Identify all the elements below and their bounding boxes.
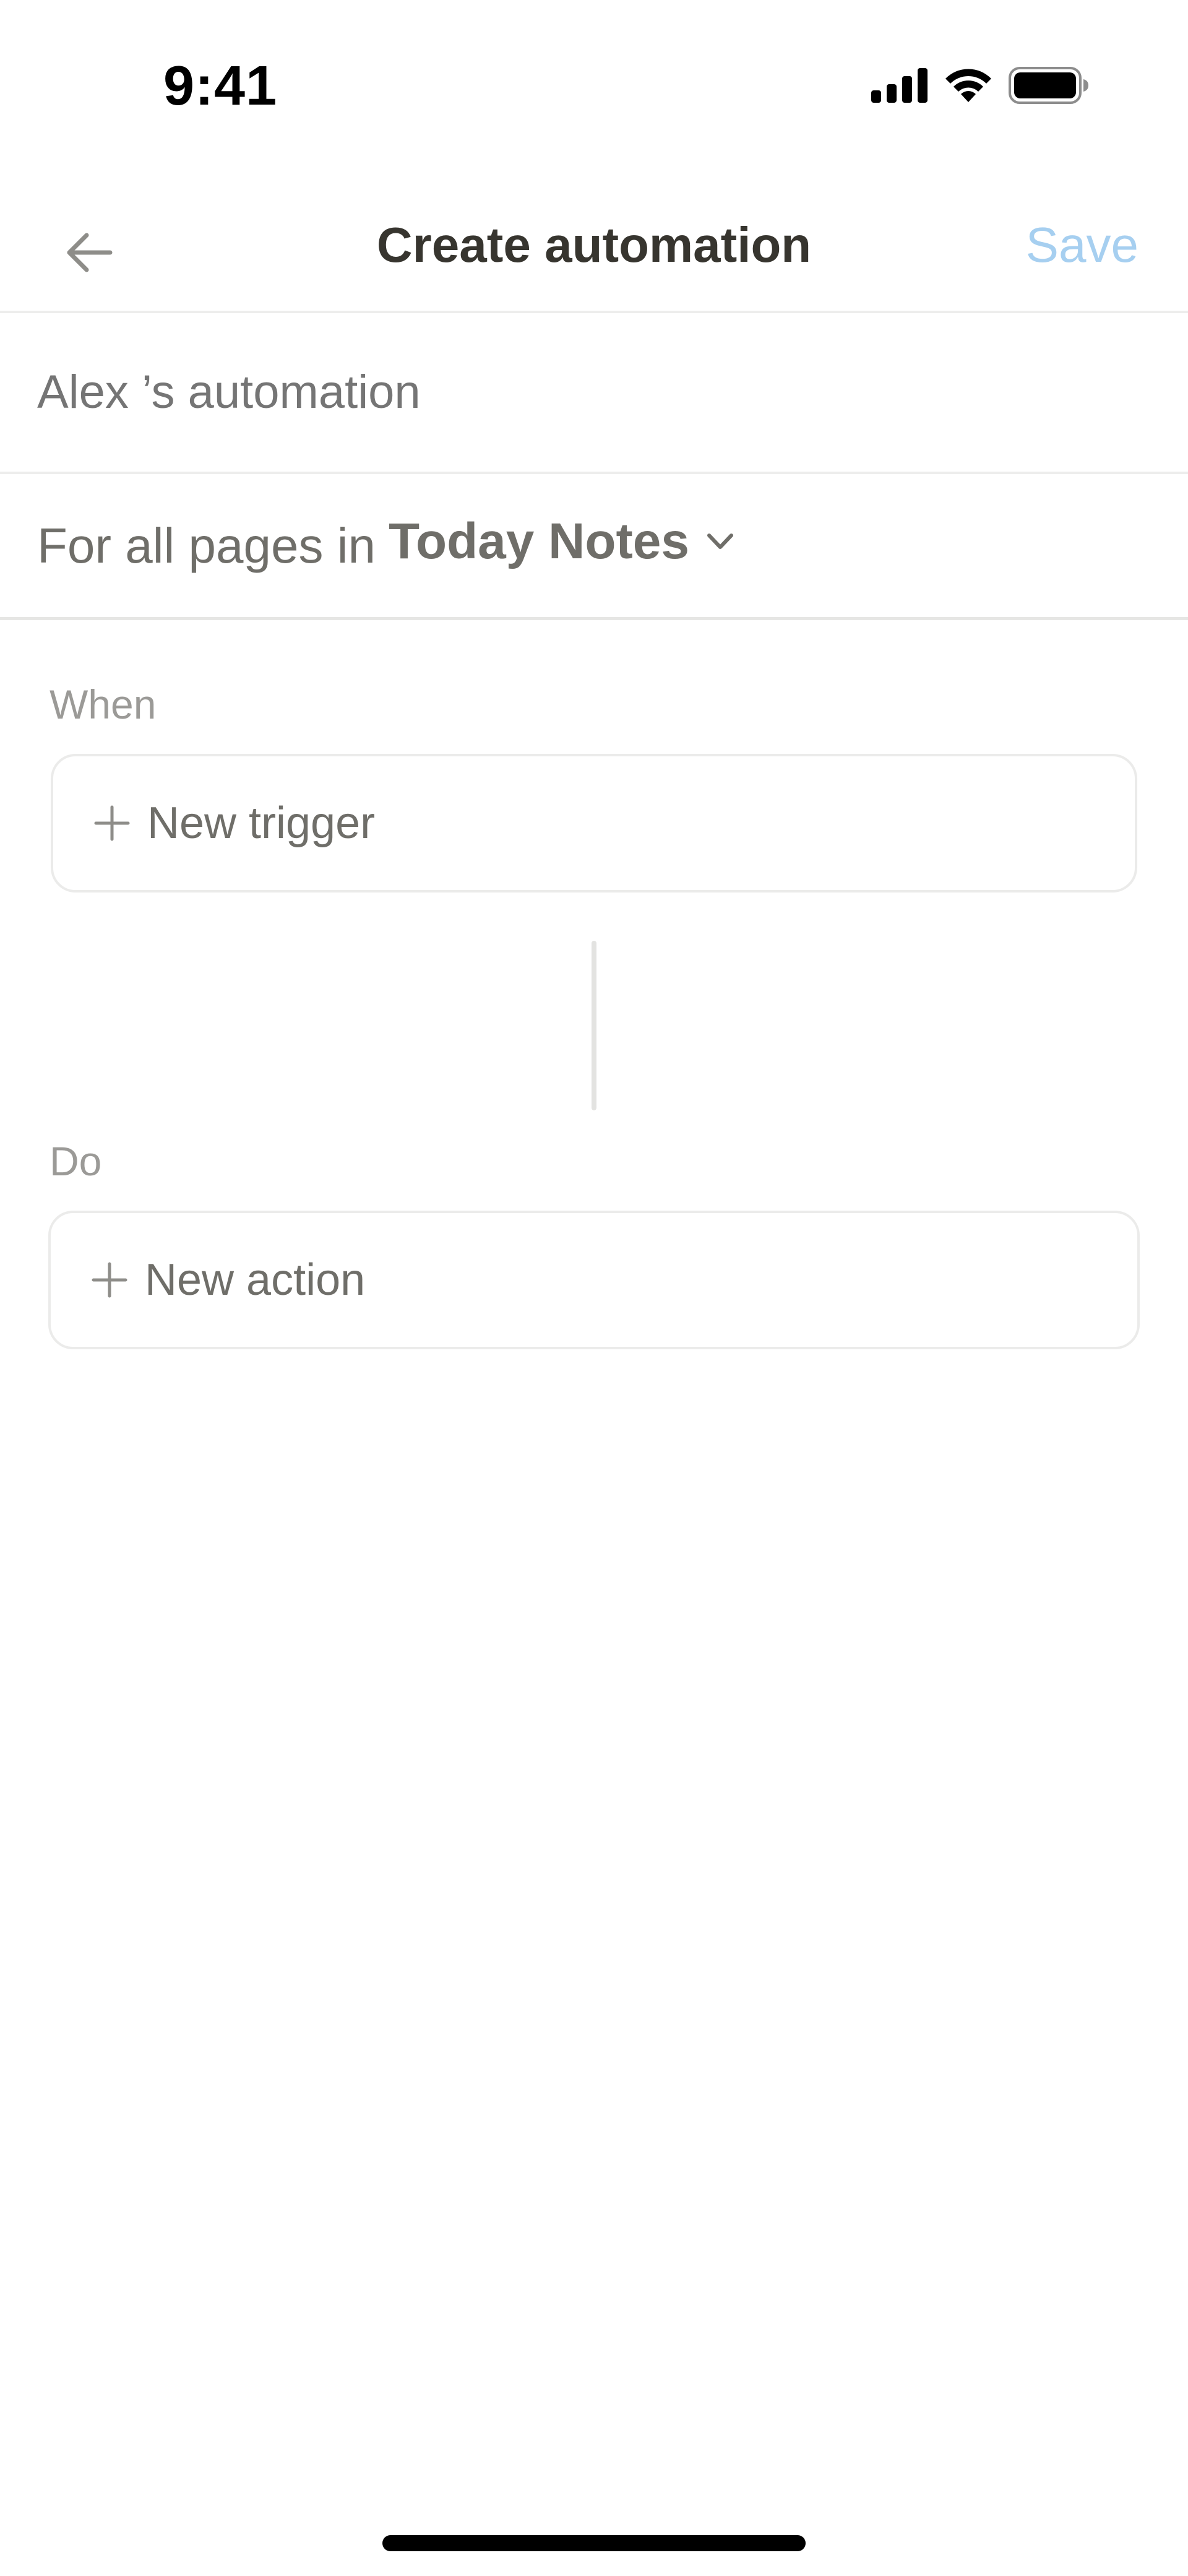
- wifi-icon: [945, 69, 991, 102]
- when-label: When: [50, 681, 157, 727]
- scope-row: For all pages in Today Notes: [0, 474, 1188, 620]
- nav-bar: Create automation Save: [0, 198, 1188, 313]
- automation-name-input[interactable]: [37, 365, 1089, 419]
- automation-name-row: [0, 313, 1188, 474]
- save-button[interactable]: Save: [1026, 217, 1138, 274]
- home-indicator: [382, 2535, 806, 2551]
- new-trigger-label: New trigger: [147, 798, 376, 848]
- database-selector[interactable]: Today Notes: [389, 512, 734, 571]
- new-trigger-button[interactable]: New trigger: [51, 754, 1137, 893]
- new-action-label: New action: [145, 1255, 366, 1305]
- chevron-down-icon: [707, 534, 733, 549]
- plus-icon: [90, 802, 134, 845]
- status-bar: 9:41: [0, 0, 1188, 167]
- flow-connector: [592, 941, 596, 1110]
- signal-icon: [871, 68, 928, 103]
- new-action-button[interactable]: New action: [48, 1211, 1140, 1349]
- do-label: Do: [50, 1138, 102, 1184]
- battery-icon: [1009, 67, 1088, 104]
- page-title: Create automation: [376, 217, 812, 272]
- status-time: 9:41: [163, 55, 278, 117]
- status-icons: [871, 67, 1089, 104]
- scope-label: For all pages in: [37, 518, 376, 573]
- plus-icon: [88, 1258, 131, 1302]
- database-name: Today Notes: [389, 513, 689, 569]
